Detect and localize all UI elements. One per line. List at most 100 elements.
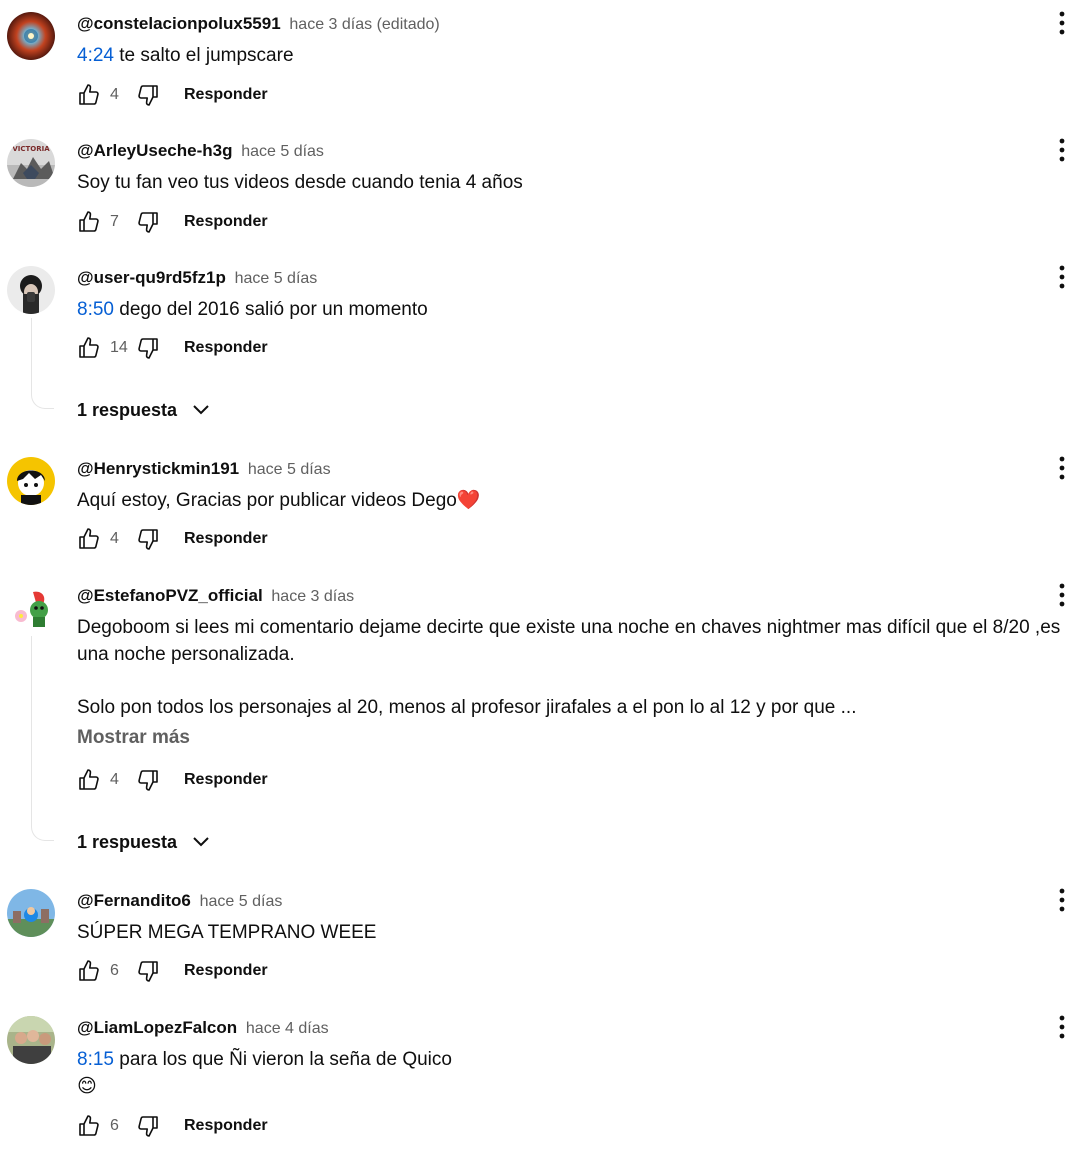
comment-actions: 4 Responder (77, 83, 268, 107)
comment-text: 8:15 para los que Ñi vieron la seña de Q… (77, 1046, 1062, 1100)
reply-button[interactable]: Responder (184, 530, 268, 548)
like-count: 6 (110, 962, 119, 979)
thumb-down-icon[interactable] (136, 83, 160, 107)
replies-toggle[interactable]: 1 respuesta (77, 398, 213, 422)
avatar[interactable] (7, 1016, 55, 1064)
reply-button[interactable]: Responder (184, 86, 268, 104)
comment-header: @EstefanoPVZ_official hace 3 días (77, 585, 354, 608)
more-vertical-icon[interactable] (1052, 887, 1072, 913)
comment-emoji: 😊 (77, 1076, 97, 1097)
reply-button[interactable]: Responder (184, 213, 268, 231)
comment-body: Soy tu fan veo tus videos desde cuando t… (77, 172, 523, 193)
replies-count: 1 respuesta (77, 399, 178, 420)
comment-time[interactable]: hace 5 días (248, 461, 331, 478)
comment-header: @LiamLopezFalcon hace 4 días (77, 1017, 329, 1040)
like-count: 4 (110, 771, 119, 788)
thumb-down-icon[interactable] (136, 1114, 160, 1138)
author-name[interactable]: @constelacionpolux5591 (77, 14, 281, 33)
reply-button[interactable]: Responder (184, 1117, 268, 1135)
thumb-down-icon[interactable] (136, 336, 160, 360)
thumb-up-icon[interactable] (77, 959, 101, 983)
comment-time[interactable]: hace 5 días (235, 270, 318, 287)
comment-item: @user-qu9rd5fz1p hace 5 días 8:50 dego d… (0, 254, 1080, 439)
thumb-down-icon[interactable] (136, 527, 160, 551)
author-name[interactable]: @ArleyUseche-h3g (77, 141, 232, 160)
comment-actions: 7 Responder (77, 210, 268, 234)
avatar[interactable]: VICTORIA (7, 139, 55, 187)
comment-body: SÚPER MEGA TEMPRANO WEEE (77, 922, 377, 943)
like-count: 7 (110, 213, 119, 230)
thumb-up-icon[interactable] (77, 83, 101, 107)
like-count: 4 (110, 530, 119, 547)
comments-list: @constelacionpolux5591 hace 3 días (edit… (0, 0, 1080, 1151)
comment-actions: 4 Responder (77, 527, 268, 551)
author-name[interactable]: @user-qu9rd5fz1p (77, 268, 226, 287)
comment-header: @user-qu9rd5fz1p hace 5 días (77, 267, 317, 290)
comment-body: Solo pon todos los personajes al 20, men… (77, 697, 857, 718)
more-vertical-icon[interactable] (1052, 264, 1072, 290)
comment-text: Aquí estoy, Gracias por publicar videos … (77, 487, 1062, 514)
reply-button[interactable]: Responder (184, 962, 268, 980)
avatar[interactable] (7, 584, 55, 632)
more-vertical-icon[interactable] (1052, 455, 1072, 481)
comment-item: @constelacionpolux5591 hace 3 días (edit… (0, 0, 1080, 120)
author-name[interactable]: @Fernandito6 (77, 891, 191, 910)
like-count: 6 (110, 1117, 119, 1134)
comment-body: Degoboom si lees mi comentario dejame de… (77, 617, 1061, 665)
comment-time[interactable]: hace 5 días (200, 893, 283, 910)
avatar[interactable] (7, 889, 55, 937)
comment-header: @ArleyUseche-h3g hace 5 días (77, 140, 324, 163)
thumb-down-icon[interactable] (136, 768, 160, 792)
comment-text: Soy tu fan veo tus videos desde cuando t… (77, 169, 1062, 196)
avatar-text: VICTORIA (12, 145, 50, 153)
reply-button[interactable]: Responder (184, 771, 268, 789)
replies-toggle[interactable]: 1 respuesta (77, 830, 213, 854)
comment-item: @LiamLopezFalcon hace 4 días 8:15 para l… (0, 1004, 1080, 1149)
more-vertical-icon[interactable] (1052, 137, 1072, 163)
comment-actions: 6 Responder (77, 1114, 268, 1138)
timestamp-link[interactable]: 8:50 (77, 299, 114, 320)
comment-actions: 4 Responder (77, 768, 268, 792)
comment-text: 4:24 te salto el jumpscare (77, 42, 1062, 69)
reply-button[interactable]: Responder (184, 339, 268, 357)
more-vertical-icon[interactable] (1052, 1014, 1072, 1040)
comment-time[interactable]: hace 4 días (246, 1020, 329, 1037)
chevron-down-icon (193, 405, 209, 415)
comment-item: @EstefanoPVZ_official hace 3 días Degobo… (0, 572, 1080, 872)
show-more-button[interactable]: Mostrar más (77, 727, 190, 749)
comment-time[interactable]: hace 5 días (241, 143, 324, 160)
comment-time[interactable]: hace 3 días (271, 588, 354, 605)
more-vertical-icon[interactable] (1052, 582, 1072, 608)
thumb-up-icon[interactable] (77, 527, 101, 551)
more-vertical-icon[interactable] (1052, 10, 1072, 36)
thumb-up-icon[interactable] (77, 336, 101, 360)
comment-body: Aquí estoy, Gracias por publicar videos … (77, 490, 481, 511)
avatar[interactable] (7, 266, 55, 314)
avatar[interactable] (7, 457, 55, 505)
comment-actions: 14 Responder (77, 336, 268, 360)
comment-text: Degoboom si lees mi comentario dejame de… (77, 614, 1062, 721)
comment-time[interactable]: hace 3 días (editado) (289, 16, 439, 33)
thumb-down-icon[interactable] (136, 210, 160, 234)
thread-line (31, 636, 54, 841)
thumb-down-icon[interactable] (136, 959, 160, 983)
comment-header: @Fernandito6 hace 5 días (77, 890, 282, 913)
avatar[interactable] (7, 12, 55, 60)
timestamp-link[interactable]: 8:15 (77, 1049, 114, 1070)
author-name[interactable]: @LiamLopezFalcon (77, 1018, 237, 1037)
author-name[interactable]: @EstefanoPVZ_official (77, 586, 263, 605)
chevron-down-icon (193, 837, 209, 847)
thumb-up-icon[interactable] (77, 210, 101, 234)
comment-item: @Fernandito6 hace 5 días SÚPER MEGA TEMP… (0, 877, 1080, 997)
comment-item: @Henrystickmin191 hace 5 días Aquí estoy… (0, 445, 1080, 565)
timestamp-link[interactable]: 4:24 (77, 45, 114, 66)
author-name[interactable]: @Henrystickmin191 (77, 459, 239, 478)
comment-actions: 6 Responder (77, 959, 268, 983)
like-count: 14 (110, 339, 128, 356)
thumb-up-icon[interactable] (77, 1114, 101, 1138)
thread-line (31, 318, 54, 409)
comment-item: VICTORIA @ArleyUseche-h3g hace 5 días So… (0, 127, 1080, 247)
thumb-up-icon[interactable] (77, 768, 101, 792)
comment-text: 8:50 dego del 2016 salió por un momento (77, 296, 1062, 323)
replies-count: 1 respuesta (77, 831, 178, 852)
